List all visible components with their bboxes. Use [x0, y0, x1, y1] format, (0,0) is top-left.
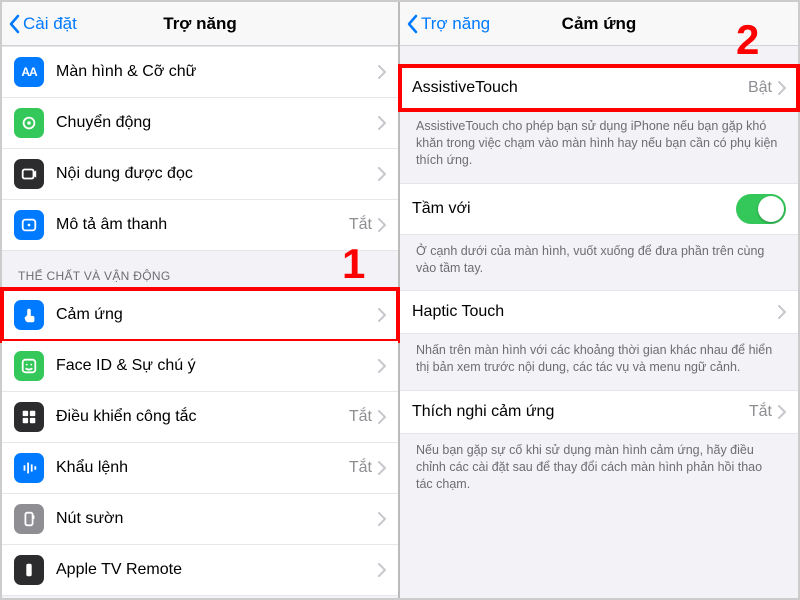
row-label: Điều khiển công tắc	[56, 408, 349, 426]
row-value: Bật	[748, 79, 772, 97]
settings-row-m-t-m-thanh[interactable]: Mô tả âm thanhTắt	[2, 200, 398, 251]
nav-header: Cài đặt Trợ năng	[2, 2, 398, 46]
chevron-right-icon	[778, 305, 786, 319]
row-label: Apple TV Remote	[56, 561, 378, 579]
chevron-right-icon	[378, 512, 386, 526]
annotation-1: 1	[342, 240, 365, 288]
chevron-right-icon	[378, 167, 386, 181]
chevron-right-icon	[378, 308, 386, 322]
annotation-2: 2	[736, 16, 759, 64]
settings-row-c-m-ng[interactable]: Cảm ứng	[2, 289, 398, 341]
row-label: Thích nghi cảm ứng	[412, 403, 749, 421]
touch-row-assistivetouch[interactable]: AssistiveTouchBật	[400, 66, 798, 110]
row-label: Cảm ứng	[56, 306, 378, 324]
face-icon	[14, 351, 44, 381]
row-label: Nội dung được đọc	[56, 165, 378, 183]
AA-icon: AA	[14, 57, 44, 87]
touch-row-th-ch-nghi-c-m-ng[interactable]: Thích nghi cảm ứngTắt	[400, 390, 798, 434]
settings-row-kh-u-l-nh[interactable]: Khẩu lệnhTắt	[2, 443, 398, 494]
row-value: Tắt	[349, 459, 372, 477]
group-header-physical: THỂ CHẤT VÀ VẬN ĐỘNG	[2, 251, 398, 289]
chevron-right-icon	[378, 116, 386, 130]
switch-icon	[14, 402, 44, 432]
chevron-right-icon	[778, 81, 786, 95]
speech-icon	[14, 159, 44, 189]
page-title: Trợ năng	[163, 14, 236, 34]
chevron-left-icon	[8, 14, 20, 34]
toggle-switch[interactable]	[736, 194, 786, 224]
row-label: Face ID & Sự chú ý	[56, 357, 378, 375]
row-value: Tắt	[349, 216, 372, 234]
row-label: Chuyển động	[56, 114, 378, 132]
settings-row-n-i-dung-c-c[interactable]: Nội dung được đọc	[2, 149, 398, 200]
touch-row-haptic-touch[interactable]: Haptic Touch	[400, 290, 798, 334]
touch-row-t-m-v-i[interactable]: Tầm với	[400, 183, 798, 235]
settings-row--i-u-khi-n-c-ng-t-c[interactable]: Điều khiển công tắcTắt	[2, 392, 398, 443]
row-label: Mô tả âm thanh	[56, 216, 349, 234]
touch-icon	[14, 300, 44, 330]
back-button[interactable]: Trợ năng	[406, 2, 490, 46]
chevron-left-icon	[406, 14, 418, 34]
settings-row-m-n-h-nh-c-ch-[interactable]: AA Màn hình & Cỡ chữ	[2, 46, 398, 98]
chevron-right-icon	[378, 410, 386, 424]
row-footer: AssistiveTouch cho phép bạn sử dụng iPho…	[400, 110, 798, 183]
chevron-right-icon	[378, 563, 386, 577]
row-value: Tắt	[749, 403, 772, 421]
row-label: Haptic Touch	[412, 303, 778, 321]
row-footer: Ở cạnh dưới của màn hình, vuốt xuống để …	[400, 235, 798, 291]
accessibility-settings-pane: Cài đặt Trợ năng AA Màn hình & Cỡ chữ Chuy…	[2, 2, 400, 598]
ad-icon	[14, 210, 44, 240]
atv-icon	[14, 555, 44, 585]
row-label: Nút sườn	[56, 510, 378, 528]
settings-row-chuy-n-ng[interactable]: Chuyển động	[2, 98, 398, 149]
motion-icon	[14, 108, 44, 138]
touch-settings-pane: Trợ năng Cảm ứng AssistiveTouchBậtAssist…	[400, 2, 798, 598]
row-footer: Nhấn trên màn hình với các khoảng thời g…	[400, 334, 798, 390]
settings-row-apple-tv-remote[interactable]: Apple TV Remote	[2, 545, 398, 596]
back-button[interactable]: Cài đặt	[8, 2, 77, 46]
row-label: AssistiveTouch	[412, 79, 748, 97]
voice-icon	[14, 453, 44, 483]
chevron-right-icon	[378, 65, 386, 79]
chevron-right-icon	[778, 405, 786, 419]
row-label: Màn hình & Cỡ chữ	[56, 63, 378, 81]
chevron-right-icon	[378, 461, 386, 475]
settings-row-face-id-s-ch-[interactable]: Face ID & Sự chú ý	[2, 341, 398, 392]
side-icon	[14, 504, 44, 534]
page-title: Cảm ứng	[562, 14, 637, 34]
back-label: Cài đặt	[23, 14, 77, 34]
row-footer: Nếu bạn gặp sự cố khi sử dụng màn hình c…	[400, 434, 798, 507]
chevron-right-icon	[378, 218, 386, 232]
row-label: Khẩu lệnh	[56, 459, 349, 477]
chevron-right-icon	[378, 359, 386, 373]
back-label: Trợ năng	[421, 14, 490, 34]
row-label: Tầm với	[412, 200, 736, 218]
settings-row-n-t-s-n[interactable]: Nút sườn	[2, 494, 398, 545]
row-value: Tắt	[349, 408, 372, 426]
